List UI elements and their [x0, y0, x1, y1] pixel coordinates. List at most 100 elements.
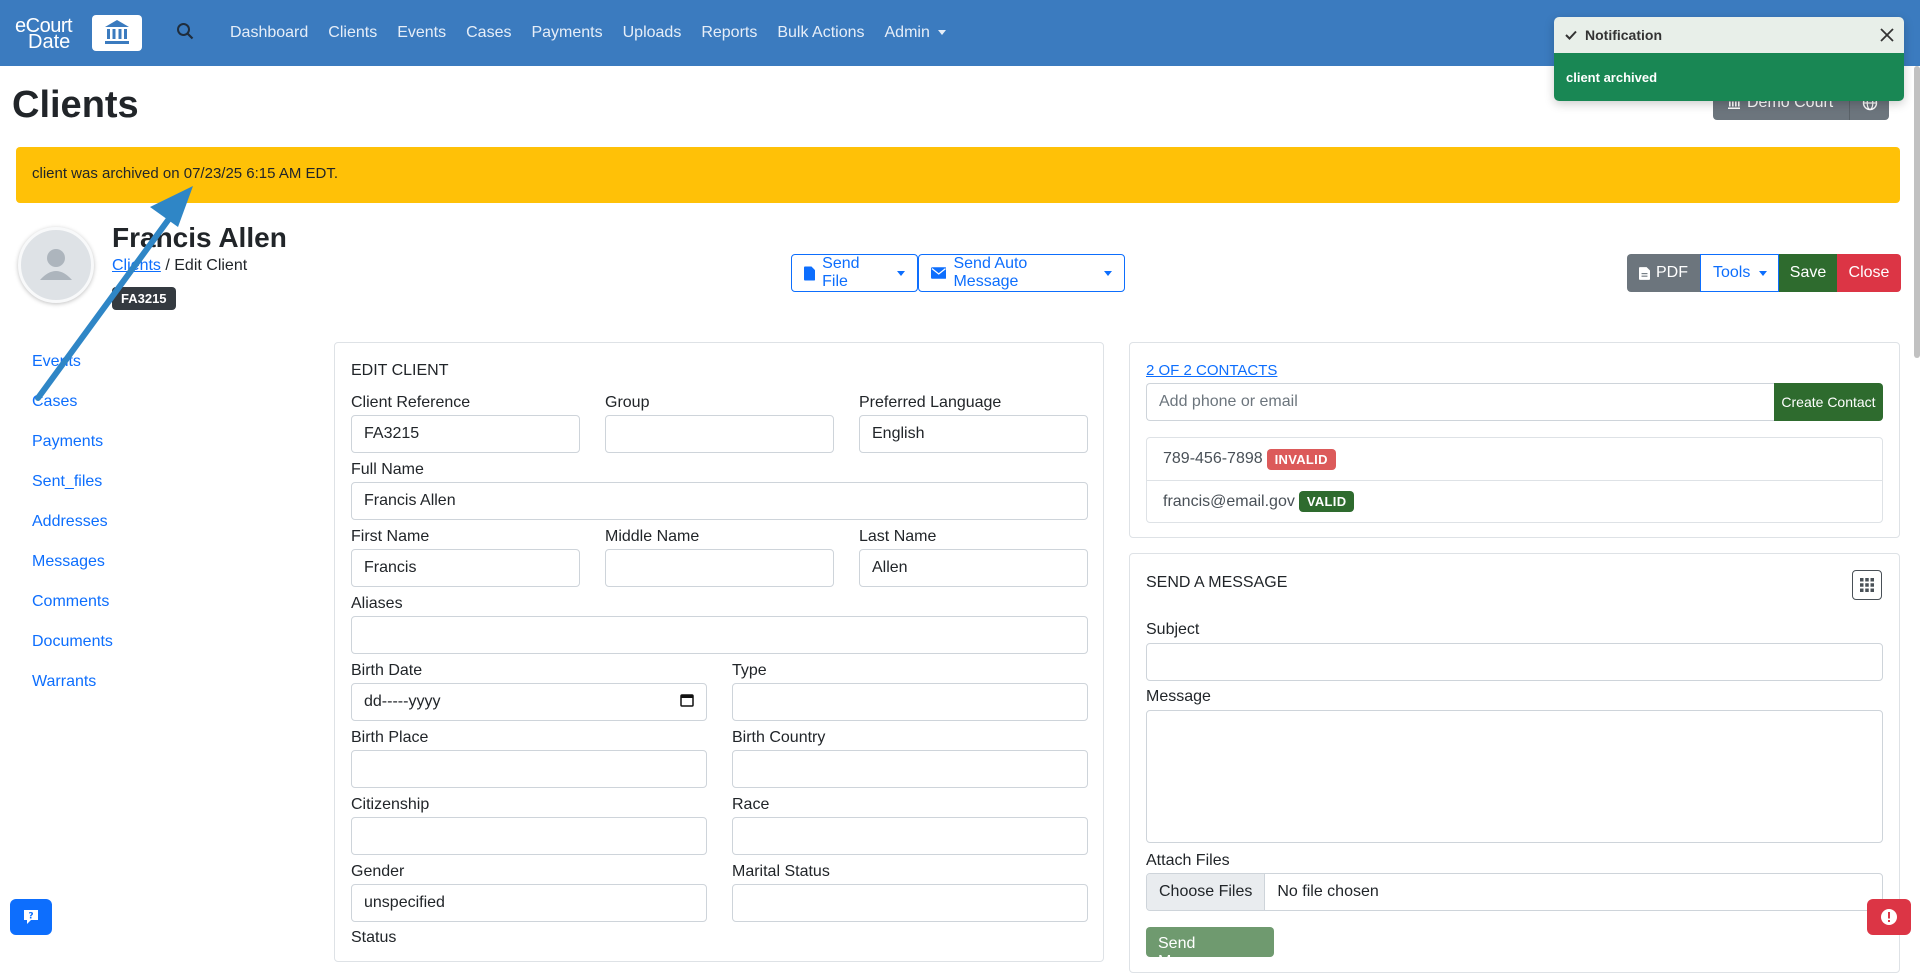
subject-input[interactable]: [1146, 643, 1883, 681]
archived-alert: client was archived on 07/23/25 6:15 AM …: [16, 147, 1900, 203]
send-auto-message-button[interactable]: Send Auto Message: [918, 254, 1125, 292]
send-message-button[interactable]: Send Message: [1146, 927, 1274, 957]
client-reference-input[interactable]: FA3215: [351, 415, 580, 453]
toast-header: Notification: [1554, 17, 1904, 53]
file-icon: [804, 266, 816, 280]
brand-logo[interactable]: eCourt Date: [14, 15, 142, 53]
chevron-down-icon: [897, 270, 905, 276]
citizenship-label: Citizenship: [351, 796, 430, 813]
sidebar-item-cases[interactable]: Cases: [32, 390, 113, 430]
add-contact-input[interactable]: Add phone or email: [1146, 383, 1775, 421]
nav-payments[interactable]: Payments: [531, 24, 602, 42]
sidebar-item-documents[interactable]: Documents: [32, 630, 113, 670]
nav-reports[interactable]: Reports: [701, 24, 757, 42]
chat-question-icon: ?: [24, 910, 38, 924]
sidebar-item-sent-files[interactable]: Sent_files: [32, 470, 113, 510]
brand-line2: Date: [28, 31, 71, 53]
breadcrumb-current: / Edit Client: [165, 257, 248, 274]
send-file-button[interactable]: Send File: [791, 254, 918, 292]
list-item[interactable]: 789-456-7898 INVALID: [1147, 438, 1882, 480]
birth-place-input[interactable]: [351, 750, 707, 788]
marital-status-label: Marital Status: [732, 863, 830, 880]
nav-events[interactable]: Events: [397, 24, 446, 42]
sidebar-item-payments[interactable]: Payments: [32, 430, 113, 470]
type-select[interactable]: [732, 683, 1088, 721]
aliases-label: Aliases: [351, 595, 403, 612]
breadcrumb-clients-link[interactable]: Clients: [112, 257, 161, 274]
marital-status-input[interactable]: [732, 884, 1088, 922]
search-icon[interactable]: [176, 22, 194, 45]
sidebar-item-messages[interactable]: Messages: [32, 550, 113, 590]
send-auto-message-label: Send Auto Message: [953, 255, 1028, 290]
birth-country-input[interactable]: [732, 750, 1088, 788]
group-input[interactable]: [605, 415, 834, 453]
full-name-label: Full Name: [351, 461, 424, 478]
chevron-down-icon: [937, 30, 946, 36]
contacts-count-link[interactable]: 2 OF 2 CONTACTS: [1146, 362, 1277, 379]
sidebar-item-addresses[interactable]: Addresses: [32, 510, 113, 550]
contact-list: 789-456-7898 INVALID francis@email.gov V…: [1146, 437, 1883, 523]
message-label: Message: [1146, 688, 1211, 705]
nav-admin-dropdown[interactable]: Admin: [885, 24, 946, 42]
type-label: Type: [732, 662, 767, 679]
gender-select[interactable]: unspecified: [351, 884, 707, 922]
edit-client-title: EDIT CLIENT: [351, 362, 449, 379]
list-item[interactable]: francis@email.gov VALID: [1147, 480, 1882, 522]
sidebar-item-events[interactable]: Events: [32, 350, 113, 390]
nav-cases[interactable]: Cases: [466, 24, 511, 42]
first-name-input[interactable]: Francis: [351, 549, 580, 587]
status-label: Status: [351, 929, 397, 946]
check-icon: [1565, 30, 1577, 40]
pdf-button[interactable]: PDF: [1627, 254, 1700, 292]
birth-date-input[interactable]: dd-----yyyy: [351, 683, 707, 721]
nav-clients[interactable]: Clients: [328, 24, 377, 42]
attach-files-input[interactable]: Choose Files No file chosen: [1146, 873, 1883, 911]
envelope-icon: [931, 267, 947, 279]
error-report-button[interactable]: [1867, 899, 1911, 935]
last-name-label: Last Name: [859, 528, 937, 545]
middle-name-label: Middle Name: [605, 528, 700, 545]
choose-files-button[interactable]: Choose Files: [1147, 874, 1266, 910]
close-icon[interactable]: [1878, 26, 1896, 44]
preferred-language-select[interactable]: English: [859, 415, 1088, 453]
race-label: Race: [732, 796, 770, 813]
tools-dropdown[interactable]: Tools: [1700, 254, 1779, 292]
feedback-chat-button[interactable]: ?: [10, 899, 52, 935]
calendar-icon[interactable]: [680, 693, 694, 712]
page-title: Clients: [12, 84, 139, 126]
full-name-input[interactable]: Francis Allen: [351, 482, 1088, 520]
client-sidebar: Events Cases Payments Sent_files Address…: [32, 350, 113, 710]
middle-name-input[interactable]: [605, 549, 834, 587]
birth-date-label: Birth Date: [351, 662, 423, 679]
send-message-title: SEND A MESSAGE: [1146, 574, 1288, 591]
client-reference-badge: FA3215: [112, 287, 176, 310]
create-contact-button[interactable]: Create Contact: [1774, 383, 1883, 421]
message-textarea[interactable]: [1146, 710, 1883, 843]
pdf-label: PDF: [1656, 264, 1688, 281]
sidebar-item-comments[interactable]: Comments: [32, 590, 113, 630]
toast-message: client archived: [1554, 53, 1904, 101]
subject-label: Subject: [1146, 621, 1200, 638]
exclamation-icon: [1881, 909, 1897, 925]
citizenship-input[interactable]: [351, 817, 707, 855]
file-pdf-icon: [1639, 266, 1650, 280]
nav-uploads[interactable]: Uploads: [623, 24, 682, 42]
contact-value: francis@email.gov: [1163, 492, 1295, 510]
sidebar-item-warrants[interactable]: Warrants: [32, 670, 113, 710]
first-name-label: First Name: [351, 528, 430, 545]
status-badge: VALID: [1298, 491, 1355, 512]
status-badge: INVALID: [1266, 448, 1336, 470]
toast-title: Notification: [1585, 27, 1662, 43]
aliases-input[interactable]: [351, 616, 1088, 654]
last-name-input[interactable]: Allen: [859, 549, 1088, 587]
client-name: Francis Allen: [112, 222, 287, 253]
close-button[interactable]: Close: [1837, 254, 1901, 292]
nav-dashboard[interactable]: Dashboard: [230, 24, 308, 42]
page-scrollbar[interactable]: [1914, 66, 1920, 358]
save-button[interactable]: Save: [1779, 254, 1837, 292]
preferred-language-label: Preferred Language: [859, 394, 1002, 411]
race-input[interactable]: [732, 817, 1088, 855]
nav-bulk-actions[interactable]: Bulk Actions: [777, 24, 864, 42]
grid-icon[interactable]: [1852, 570, 1882, 600]
chevron-down-icon: [1759, 270, 1768, 276]
